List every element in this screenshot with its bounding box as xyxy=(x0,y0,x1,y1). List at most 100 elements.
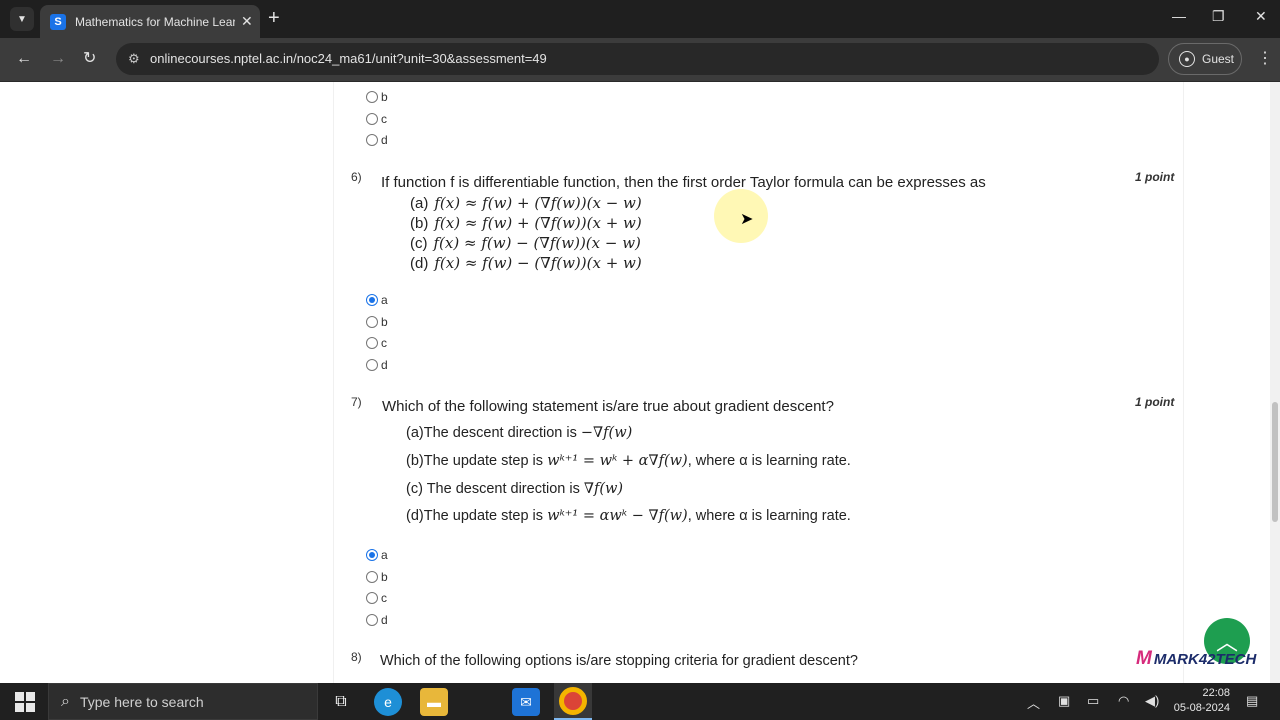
search-placeholder: Type here to search xyxy=(79,693,204,710)
close-icon[interactable]: ✕ xyxy=(241,13,253,30)
forward-arrow-icon[interactable]: → xyxy=(50,50,66,68)
radio-button[interactable] xyxy=(366,113,378,125)
question-text: If function f is differentiable function… xyxy=(381,174,986,191)
question-image: Which of the following statement is/are … xyxy=(376,394,914,534)
mouse-cursor-icon: ➤ xyxy=(740,211,754,228)
option-label: c xyxy=(381,336,387,350)
option-radio[interactable]: d xyxy=(366,613,388,627)
choice-label: (c) xyxy=(410,235,428,252)
choice-text: The descent direction is xyxy=(423,425,581,441)
chrome-taskbar-item[interactable] xyxy=(554,683,592,720)
radio-button[interactable] xyxy=(366,134,378,146)
edge-browser-icon[interactable]: e xyxy=(374,688,402,716)
task-view-icon[interactable]: ⧉ xyxy=(327,688,355,716)
watermark-logo: M xyxy=(1136,648,1152,669)
address-bar[interactable]: ⚙ onlinecourses.nptel.ac.in/noc24_ma61/u… xyxy=(116,43,1159,75)
radio-button[interactable] xyxy=(366,316,378,328)
person-icon: ● xyxy=(1179,51,1195,67)
option-radio[interactable]: a xyxy=(366,548,388,562)
profile-label: Guest xyxy=(1202,52,1235,66)
option-radio[interactable]: b xyxy=(366,90,388,104)
option-radio[interactable]: d xyxy=(366,133,388,147)
choice-label: (b) xyxy=(410,215,429,232)
radio-button[interactable] xyxy=(366,359,378,371)
meet-icon[interactable]: ▣ xyxy=(1058,693,1070,709)
choice-line: (d) f(x) ≈ f(w) − (∇f(w))(x + w) xyxy=(410,254,642,272)
radio-button[interactable] xyxy=(366,571,378,583)
radio-button[interactable] xyxy=(366,592,378,604)
browser-tab[interactable]: S Mathematics for Machine Learn ✕ xyxy=(40,5,260,38)
radio-button[interactable] xyxy=(366,337,378,349)
more-vert-icon[interactable]: ⋮ xyxy=(1257,48,1273,68)
choice-label: (b) xyxy=(406,453,424,469)
choice-line: (d)The update step is wᵏ⁺¹ = αwᵏ − ∇f(w)… xyxy=(406,508,851,524)
wifi-icon[interactable]: ◠ xyxy=(1118,693,1129,709)
window-close-icon[interactable]: ✕ xyxy=(1255,8,1267,25)
restore-icon[interactable]: ❐ xyxy=(1212,8,1225,25)
choice-text: The update step is xyxy=(423,453,548,469)
choice-label: (c) xyxy=(406,481,423,497)
clock-date: 05-08-2024 xyxy=(1173,702,1230,714)
choice-suffix: , where α is learning rate. xyxy=(687,508,851,524)
choice-math: −∇f(w) xyxy=(580,425,633,441)
choice-expr: f(x) ≈ f(w) − (∇f(w))(x − w) xyxy=(433,234,641,252)
question-points: 1 point xyxy=(1135,395,1175,409)
choice-label: (d) xyxy=(410,255,429,272)
choice-line: (c) f(x) ≈ f(w) − (∇f(w))(x − w) xyxy=(410,234,641,252)
volume-icon[interactable]: ◀) xyxy=(1145,693,1159,709)
choice-text: The descent direction is xyxy=(422,481,584,497)
choice-line: (a)The descent direction is −∇f(w) xyxy=(406,425,632,441)
question-number: 6) xyxy=(351,170,362,184)
page-scrollbar[interactable] xyxy=(1270,82,1280,683)
back-arrow-icon[interactable]: ← xyxy=(16,50,32,68)
radio-button-selected[interactable] xyxy=(366,549,378,561)
choice-label: (a) xyxy=(410,195,429,212)
choice-line: (c) The descent direction is ∇f(w) xyxy=(406,481,623,497)
site-favicon-icon: S xyxy=(50,13,66,30)
windows-start-icon[interactable] xyxy=(15,692,35,712)
option-label: b xyxy=(381,570,388,584)
option-radio[interactable]: d xyxy=(366,358,388,372)
option-radio[interactable]: c xyxy=(366,336,387,350)
chrome-icon xyxy=(559,687,587,715)
option-radio[interactable]: c xyxy=(366,112,387,126)
choice-math: ∇f(w) xyxy=(583,481,624,497)
radio-button[interactable] xyxy=(366,91,378,103)
choice-math: wᵏ⁺¹ = wᵏ + α∇f(w) xyxy=(547,453,688,469)
search-icon: ⌕ xyxy=(61,692,70,710)
plus-icon[interactable]: + xyxy=(268,8,280,28)
option-radio[interactable]: a xyxy=(366,293,388,307)
site-info-icon[interactable]: ⚙ xyxy=(128,51,140,67)
option-radio[interactable]: c xyxy=(366,591,387,605)
battery-icon[interactable]: ▭ xyxy=(1087,693,1099,709)
choice-math: wᵏ⁺¹ = αwᵏ − ∇f(w) xyxy=(547,508,688,524)
reload-icon[interactable]: ↻ xyxy=(83,50,96,68)
minimize-icon[interactable]: — xyxy=(1172,8,1186,24)
option-radio[interactable]: b xyxy=(366,570,388,584)
chevron-up-icon[interactable]: ︿ xyxy=(1027,693,1040,712)
option-label: c xyxy=(381,591,387,605)
taskbar-search-box[interactable]: ⌕ Type here to search xyxy=(48,683,318,720)
option-label: c xyxy=(381,112,387,126)
scrollbar-thumb[interactable] xyxy=(1272,402,1278,522)
radio-button[interactable] xyxy=(366,614,378,626)
radio-button-selected[interactable] xyxy=(366,294,378,306)
choice-line: (a) f(x) ≈ f(w) + (∇f(w))(x − w) xyxy=(410,194,642,212)
option-radio[interactable]: b xyxy=(366,315,388,329)
tab-search-button[interactable]: ▼ xyxy=(10,7,34,31)
choice-expr: f(x) ≈ f(w) − (∇f(w))(x + w) xyxy=(434,254,642,272)
file-explorer-icon[interactable]: ▬ xyxy=(420,688,448,716)
question-points: 1 point xyxy=(1135,170,1175,184)
question-number: 8) xyxy=(351,650,362,664)
question-text: Which of the following statement is/are … xyxy=(382,398,834,415)
clock-time: 22:08 xyxy=(1202,687,1230,699)
profile-button[interactable]: ● Guest xyxy=(1168,43,1242,75)
notification-icon[interactable]: ▤ xyxy=(1246,693,1258,709)
taskbar-clock[interactable]: 22:08 05-08-2024 xyxy=(1168,686,1230,716)
choice-expr: f(x) ≈ f(w) + (∇f(w))(x + w) xyxy=(434,214,642,232)
channel-watermark: M MARK42TECH xyxy=(1136,648,1256,670)
mail-icon[interactable]: ✉ xyxy=(512,688,540,716)
choice-label: (a) xyxy=(406,425,424,441)
url-text[interactable]: onlinecourses.nptel.ac.in/noc24_ma61/uni… xyxy=(150,51,547,66)
question-text: Which of the following options is/are st… xyxy=(380,653,858,669)
